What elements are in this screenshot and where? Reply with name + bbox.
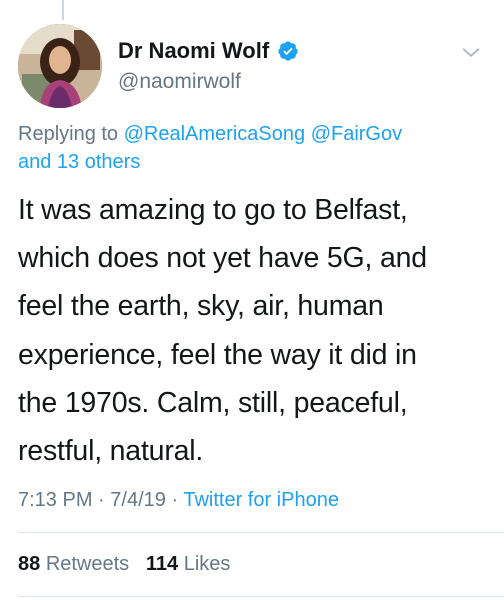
replying-to: Replying to @RealAmericaSong @FairGov an… (18, 120, 488, 176)
retweets-count: 88 (18, 553, 41, 575)
tweet-stats: 88 Retweets 114 Likes (18, 553, 230, 576)
author-name[interactable]: Dr Naomi Wolf (118, 38, 269, 64)
chevron-down-icon[interactable] (460, 42, 482, 64)
tweet-text: It was amazing to go to Belfast, which d… (18, 186, 492, 475)
mention-link[interactable]: @RealAmericaSong (124, 123, 306, 145)
profile-photo-icon (18, 24, 102, 108)
retweets-label: Retweets (45, 553, 130, 575)
retweets-stat[interactable]: 88 Retweets (18, 553, 135, 575)
verified-badge-icon (278, 41, 298, 61)
thread-connector-line (62, 0, 64, 20)
author-name-row: Dr Naomi Wolf (118, 38, 299, 64)
divider (18, 532, 504, 533)
mention-link[interactable]: @FairGov (311, 123, 402, 145)
tweet-source-link[interactable]: Twitter for iPhone (183, 489, 339, 511)
avatar[interactable] (18, 24, 102, 108)
likes-count: 114 (145, 553, 179, 575)
tweet-text-line: It was amazing to go to Belfast, (18, 194, 408, 226)
tweet-text-line: which does not yet have 5G, and (18, 242, 427, 275)
tweet-meta: 7:13 PM · 7/4/19 · Twitter for iPhone (18, 489, 339, 512)
likes-label: Likes (183, 553, 231, 575)
author-handle[interactable]: @naomirwolf (118, 70, 241, 94)
tweet-date[interactable]: 7/4/19 (110, 489, 166, 511)
others-link[interactable]: and 13 others (18, 151, 140, 173)
divider (18, 596, 504, 597)
tweet-text-line: restful, natural. (18, 435, 204, 468)
likes-stat[interactable]: 114 Likes (146, 553, 231, 575)
meta-separator: · (171, 489, 179, 511)
tweet-time[interactable]: 7:13 PM (18, 489, 92, 511)
tweet-header: Dr Naomi Wolf @naomirwolf (18, 24, 486, 112)
tweet-text-line: experience, feel the way it did in (18, 338, 417, 371)
tweet-text-line: the 1970s. Calm, still, peaceful, (18, 386, 408, 419)
replying-to-label: Replying to (18, 123, 119, 145)
meta-separator: · (98, 489, 105, 511)
tweet-text-line: feel the earth, sky, air, human (18, 290, 384, 323)
